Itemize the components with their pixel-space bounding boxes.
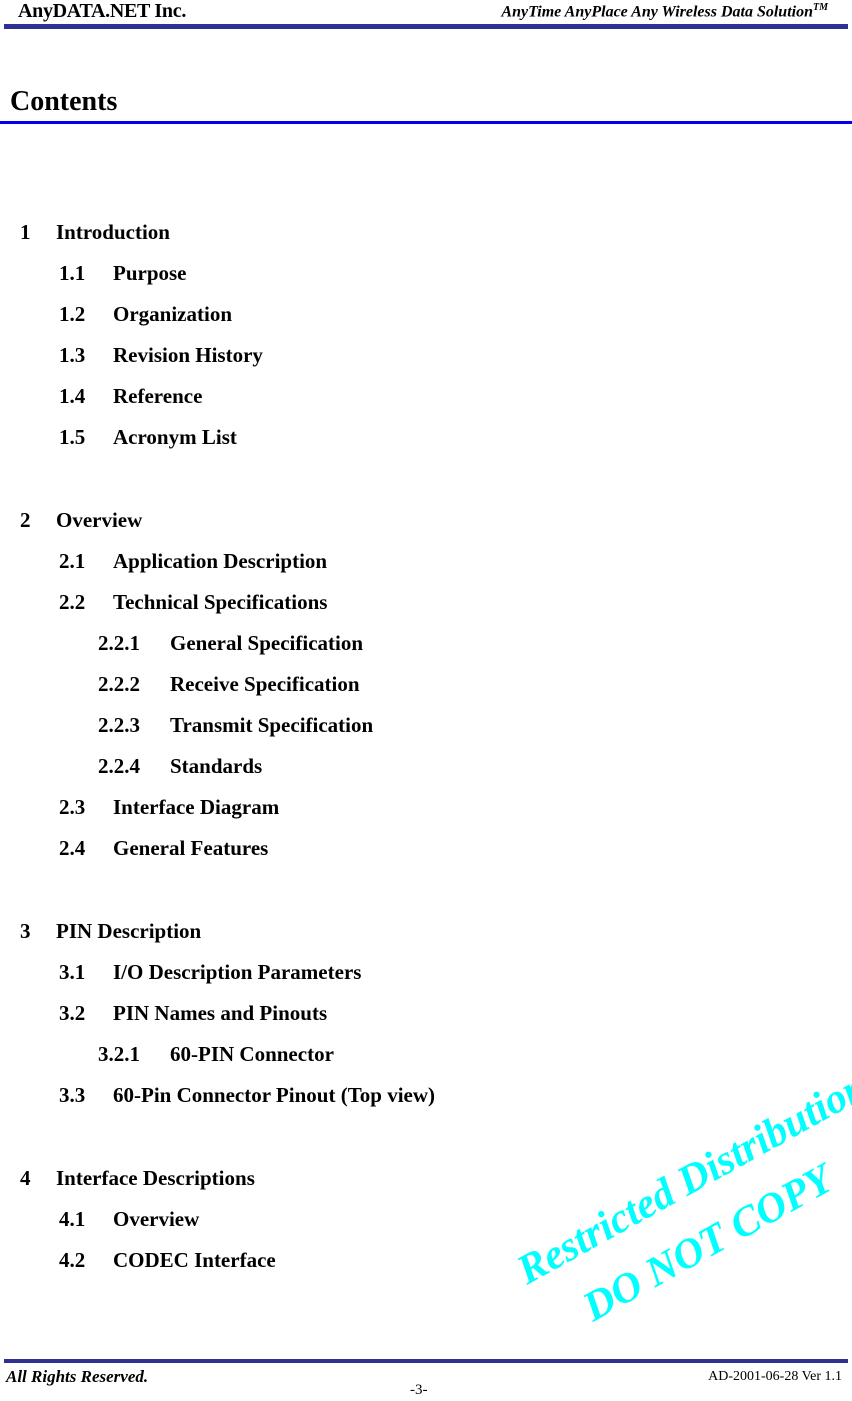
toc-entry-number: 3.1	[59, 960, 86, 984]
toc-entry-number: 2.2.1	[98, 631, 140, 655]
watermark-graphic: Restricted Distribution DO NOT COPY	[509, 1063, 852, 1331]
toc-entry-number: 2.2.2	[98, 672, 140, 696]
company-name: AnyDATA.NET Inc.	[18, 0, 187, 22]
toc-entry-title: Transmit Specification	[170, 713, 374, 737]
toc-entry-title: Reference	[113, 384, 203, 408]
toc-entry-title: Purpose	[113, 261, 187, 285]
toc-entry-title: PIN Description	[56, 919, 202, 943]
toc-entry-number: 1.4	[59, 384, 86, 408]
toc-entry-number: 4.1	[59, 1207, 86, 1231]
toc-entry-title: Revision History	[113, 343, 263, 367]
toc-entry-title: Acronym List	[113, 425, 237, 449]
toc-entry-title: Overview	[56, 508, 143, 532]
document-id: AD-2001-06-28 Ver 1.1	[708, 1369, 842, 1384]
toc-entry-number: 3.2.1	[98, 1042, 140, 1066]
toc-entry-number: 4.2	[59, 1248, 86, 1272]
toc-entry-title: CODEC Interface	[113, 1248, 276, 1272]
toc-entry-title: General Features	[113, 836, 269, 860]
title-rule	[0, 121, 852, 124]
toc-entry-title: Organization	[113, 302, 232, 326]
toc-entry-number: 1.1	[59, 261, 86, 285]
watermark: Restricted Distribution DO NOT COPY	[505, 1060, 852, 1331]
toc-entry-number: 2.4	[59, 836, 86, 860]
header-rule	[4, 24, 848, 29]
toc-entry-number: 1	[20, 220, 31, 244]
page-number: -3-	[410, 1382, 428, 1398]
toc-entry-number: 2.2.3	[98, 713, 140, 737]
footer-rights: All Rights Reserved.	[6, 1367, 149, 1386]
watermark-line-2: DO NOT COPY	[575, 1154, 844, 1330]
toc-entry-number: 2.2	[59, 590, 86, 614]
toc-entry-number: 3	[20, 919, 31, 943]
trademark-mark: TM	[813, 2, 828, 13]
toc-entry-number: 1.2	[59, 302, 86, 326]
toc-entry-number: 4	[20, 1166, 31, 1190]
toc-entry-title: 60-Pin Connector Pinout (Top view)	[113, 1083, 436, 1107]
toc-entry-title: General Specification	[170, 631, 364, 655]
footer-rule	[4, 1359, 848, 1363]
toc-entry-title: I/O Description Parameters	[113, 960, 362, 984]
toc-entry-number: 2.2.4	[98, 754, 140, 778]
toc-entry-title: Application Description	[113, 549, 328, 573]
toc-entry-title: Introduction	[56, 220, 170, 244]
toc-entry-number: 3.2	[59, 1001, 86, 1025]
toc-entry-title: 60-PIN Connector	[170, 1042, 334, 1066]
toc-entry-number: 1.3	[59, 343, 86, 367]
toc-entry-title: Interface Descriptions	[56, 1166, 255, 1190]
toc-entry-number: 2.3	[59, 795, 86, 819]
tagline-text: AnyTime AnyPlace Any Wireless Data Solut…	[501, 3, 813, 21]
toc-entry-title: Receive Specification	[170, 672, 360, 696]
toc-entry-number: 3.3	[59, 1083, 86, 1107]
toc-entry-title: PIN Names and Pinouts	[113, 1001, 328, 1025]
toc-entry-number: 2	[20, 508, 31, 532]
watermark-line-1: Restricted Distribution	[509, 1063, 852, 1294]
toc-entry-title: Overview	[113, 1207, 200, 1231]
toc-entry-title: Interface Diagram	[113, 795, 280, 819]
toc-entry-title: Standards	[170, 754, 263, 778]
toc-entry-number: 1.5	[59, 425, 86, 449]
page-title: Contents	[10, 86, 118, 117]
tagline: AnyTime AnyPlace Any Wireless Data Solut…	[501, 2, 828, 21]
toc-entry-number: 2.1	[59, 549, 86, 573]
toc-entry-title: Technical Specifications	[113, 590, 328, 614]
